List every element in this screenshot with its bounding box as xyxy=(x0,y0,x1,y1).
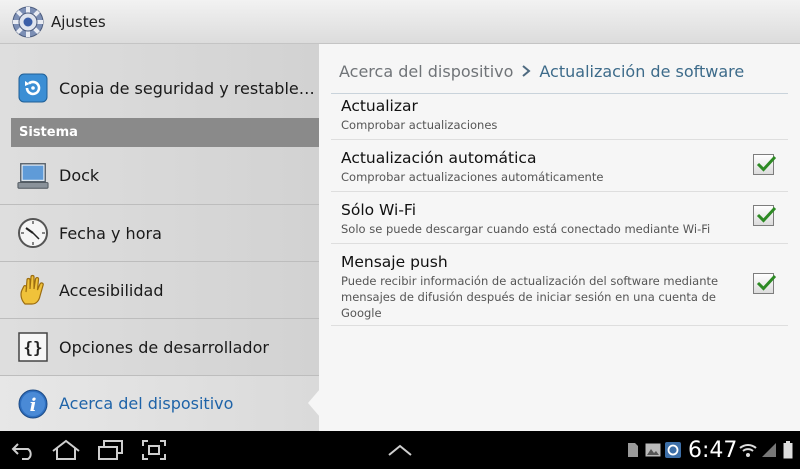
sidebar-item-label: Acerca del dispositivo xyxy=(59,394,234,413)
hand-icon xyxy=(17,274,49,306)
pref-auto-update[interactable]: Actualización automática Comprobar actua… xyxy=(341,148,781,185)
signal-icon xyxy=(760,437,778,463)
sidebar-item-dock[interactable]: Dock xyxy=(0,147,319,205)
software-update-panel: Acerca del dispositivo Actualización de … xyxy=(319,44,800,431)
push-message-checkbox[interactable] xyxy=(753,273,777,294)
divider xyxy=(331,93,788,94)
breadcrumb: Acerca del dispositivo Actualización de … xyxy=(339,62,744,81)
settings-sidebar: Copia de seguridad y restable… Sistema D… xyxy=(0,44,320,431)
check-icon xyxy=(756,155,777,172)
braces-icon: {} xyxy=(17,331,49,363)
pref-title: Actualización automática xyxy=(341,149,537,167)
breadcrumb-current: Actualización de software xyxy=(539,62,745,81)
recent-apps-icon[interactable] xyxy=(95,437,127,463)
auto-update-checkbox[interactable] xyxy=(753,154,777,175)
sidebar-item-label: Copia de seguridad y restable… xyxy=(59,78,315,98)
pref-summary-line: Google xyxy=(341,306,382,320)
dock-icon xyxy=(17,160,49,192)
home-icon[interactable] xyxy=(50,437,82,463)
sync-icon xyxy=(665,437,681,463)
pref-title: Mensaje push xyxy=(341,253,448,271)
pref-title: Actualizar xyxy=(341,97,418,115)
check-icon xyxy=(756,206,777,223)
expand-up-icon[interactable] xyxy=(386,437,414,463)
wifi-icon xyxy=(738,437,758,463)
pref-summary-line: Puede recibir información de actualizaci… xyxy=(341,274,719,288)
battery-icon xyxy=(781,437,795,463)
sidebar-item-label: Fecha y hora xyxy=(59,223,162,243)
pref-summary: Comprobar actualizaciones automáticament… xyxy=(341,170,604,184)
clock-time: 6:47 xyxy=(688,438,738,463)
back-icon[interactable] xyxy=(8,437,40,463)
sidebar-item-date-time[interactable]: Fecha y hora xyxy=(0,205,319,262)
check-icon xyxy=(756,274,777,291)
action-bar: Ajustes xyxy=(0,0,800,44)
pref-summary: Comprobar actualizaciones xyxy=(341,118,498,132)
gallery-icon xyxy=(644,437,662,463)
wifi-only-checkbox[interactable] xyxy=(753,205,777,226)
settings-gear-icon[interactable] xyxy=(11,5,45,39)
sidebar-item-label: Dock xyxy=(59,166,100,185)
divider xyxy=(331,191,788,192)
app-title: Ajustes xyxy=(51,12,106,31)
backup-restore-icon xyxy=(17,72,49,104)
sidebar-item-label: Opciones de desarrollador xyxy=(59,337,269,357)
svg-text:i: i xyxy=(30,395,37,416)
section-header-sistema: Sistema xyxy=(11,118,319,147)
sidebar-item-about-device[interactable]: i Acerca del dispositivo xyxy=(0,376,319,431)
chevron-right-icon xyxy=(521,63,531,81)
divider xyxy=(331,243,788,244)
sidebar-item-accessibility[interactable]: Accesibilidad xyxy=(0,262,319,319)
system-bar: 6:47 xyxy=(0,431,800,469)
breadcrumb-parent[interactable]: Acerca del dispositivo xyxy=(339,62,513,81)
svg-text:{}: {} xyxy=(23,338,42,357)
sidebar-item-backup[interactable]: Copia de seguridad y restable… xyxy=(0,61,319,115)
pref-summary-line: mensajes de difusión después de iniciar … xyxy=(341,290,716,304)
pref-summary: Solo se puede descargar cuando está cone… xyxy=(341,222,711,236)
info-icon: i xyxy=(17,388,49,420)
divider xyxy=(331,139,788,140)
pref-wifi-only[interactable]: Sólo Wi-Fi Solo se puede descargar cuand… xyxy=(341,200,781,237)
screenshot-icon[interactable] xyxy=(140,437,168,463)
divider xyxy=(331,325,788,326)
sidebar-item-label: Accesibilidad xyxy=(59,280,164,300)
clock-icon xyxy=(17,217,49,249)
sidebar-item-developer-options[interactable]: {} Opciones de desarrollador xyxy=(0,319,319,376)
pref-update[interactable]: Actualizar Comprobar actualizaciones xyxy=(341,96,781,133)
pref-title: Sólo Wi-Fi xyxy=(341,201,417,219)
pref-push-message[interactable]: Mensaje push Puede recibir información d… xyxy=(341,252,781,321)
sd-card-icon xyxy=(626,437,640,463)
